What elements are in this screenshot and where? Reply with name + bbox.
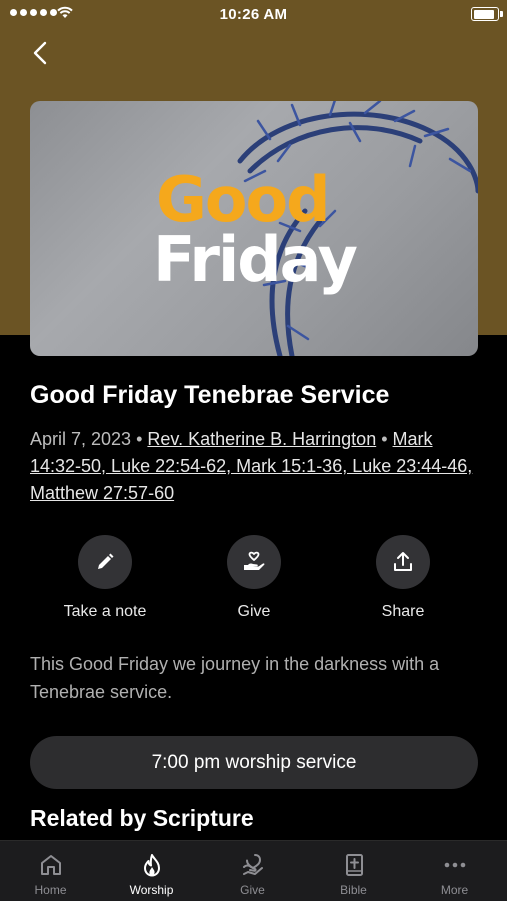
tab-home[interactable]: Home (0, 841, 101, 901)
tab-label: More (440, 883, 469, 897)
action-circle (227, 535, 281, 589)
status-time: 10:26 AM (219, 6, 288, 23)
action-label: Take a note (63, 603, 147, 620)
action-circle (376, 535, 430, 589)
tab-label: Worship (129, 883, 174, 897)
action-label: Share (381, 603, 425, 620)
tab-label: Home (34, 883, 67, 897)
meta-separator: • (381, 429, 388, 449)
related-heading: Related by Scripture (30, 805, 254, 831)
action-row: Take a note Give Share (30, 535, 478, 625)
take-note-button[interactable]: Take a note (45, 535, 165, 621)
more-icon (444, 862, 465, 868)
event-description: This Good Friday we journey in the darkn… (30, 654, 440, 702)
tab-worship[interactable]: Worship (101, 841, 202, 901)
tab-more[interactable]: More (404, 841, 505, 901)
home-icon (40, 855, 61, 875)
event-meta: April 7, 2023 • Rev. Katherine B. Harrin… (30, 426, 478, 507)
tab-bible[interactable]: Bible (303, 841, 404, 901)
page-title: Good Friday Tenebrae Service (30, 381, 390, 409)
speaker-link[interactable]: Rev. Katherine B. Harrington (147, 429, 376, 449)
share-button[interactable]: Share (343, 535, 463, 621)
event-date: April 7, 2023 (30, 429, 132, 449)
worship-service-button[interactable]: 7:00 pm worship service (30, 736, 478, 789)
meta-separator: • (136, 429, 143, 449)
status-bar: 10:26 AM (0, 0, 507, 28)
action-label: Give (237, 603, 271, 620)
share-icon (394, 552, 412, 571)
bible-icon (345, 854, 363, 876)
hero-title-line2: Friday (153, 223, 358, 296)
tab-label: Give (240, 883, 265, 897)
tab-label: Bible (340, 883, 367, 897)
give-button[interactable]: Give (194, 535, 314, 621)
battery-icon (471, 7, 503, 21)
hero-image: Good Friday (30, 101, 478, 356)
pencil-icon (98, 553, 114, 569)
action-circle (78, 535, 132, 589)
give-icon (242, 854, 263, 875)
chevron-left-icon (33, 41, 47, 65)
tab-give[interactable]: Give (202, 841, 303, 901)
flame-icon (143, 854, 160, 877)
back-button[interactable] (26, 38, 56, 68)
tab-bar: Home Worship Give Bible More (0, 840, 507, 901)
heart-hand-icon (244, 551, 265, 570)
